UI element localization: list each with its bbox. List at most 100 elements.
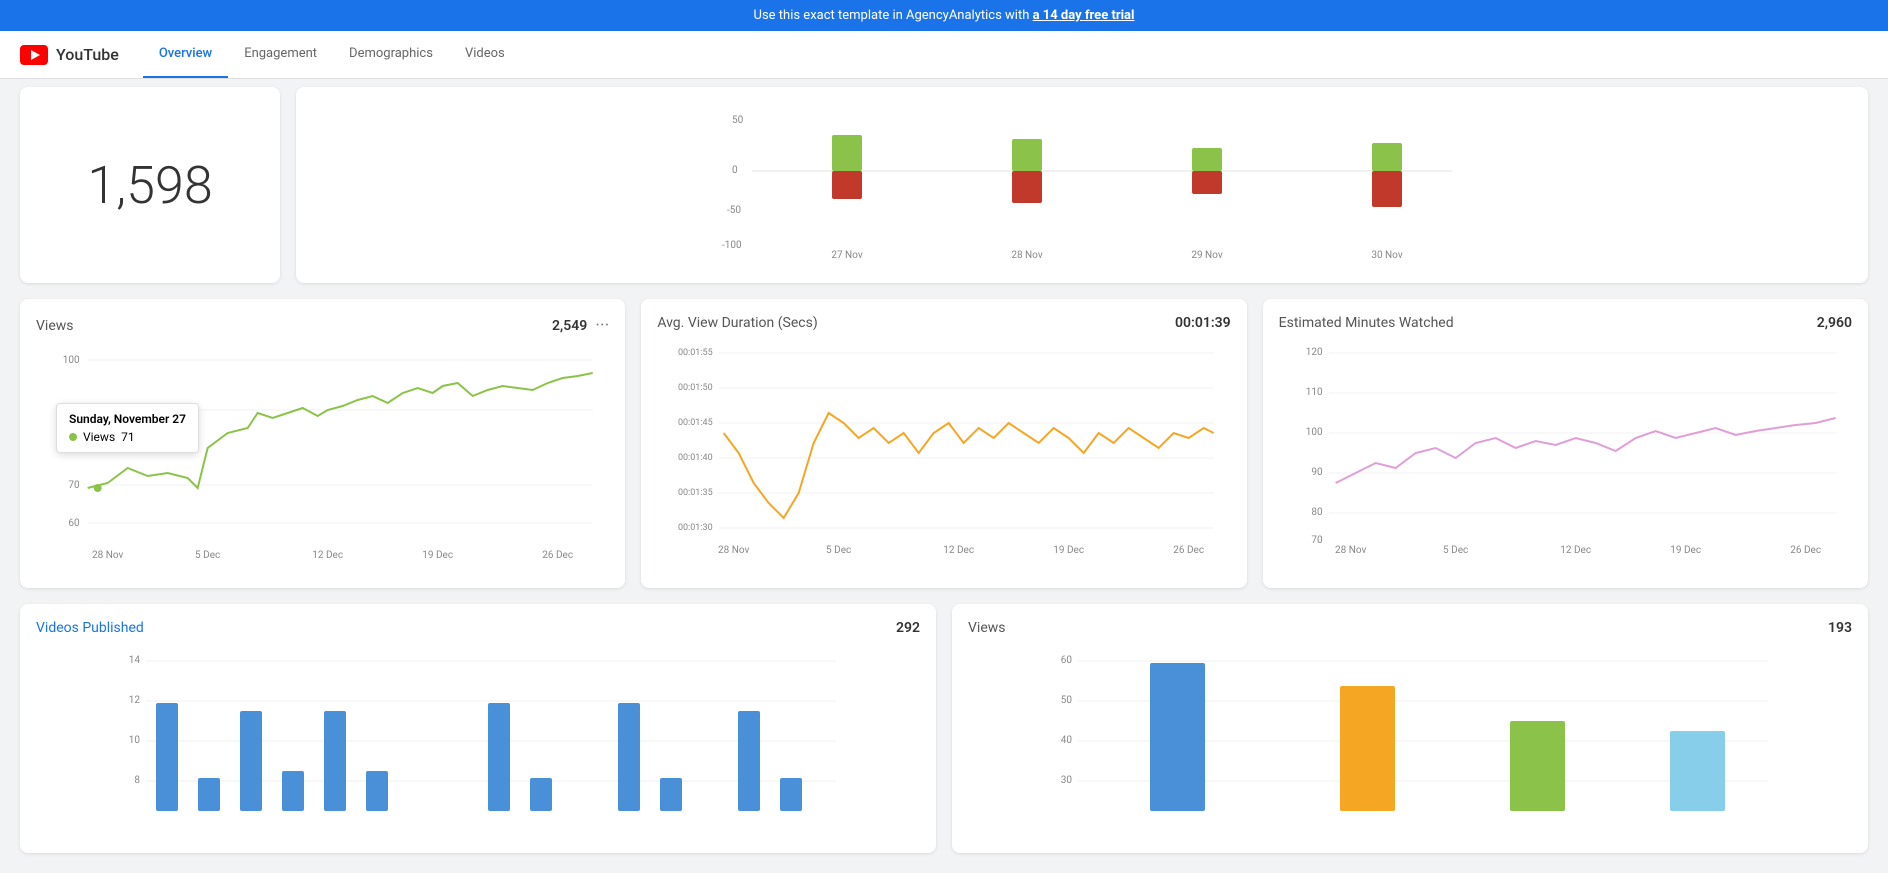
views-chart-menu[interactable]: ··· [595, 315, 609, 336]
videos-published-svg: 14 12 10 8 [36, 648, 920, 833]
views-chart-svg: 100 90 70 60 28 Nov 5 Dec [36, 348, 609, 568]
nav-tabs: Overview Engagement Demographics Videos [143, 31, 521, 78]
tab-demographics[interactable]: Demographics [333, 31, 449, 78]
svg-text:00:01:55: 00:01:55 [678, 348, 713, 358]
views-tooltip-dot [94, 484, 102, 492]
tab-videos[interactable]: Videos [449, 31, 521, 78]
svg-text:40: 40 [1061, 735, 1073, 746]
avg-view-value: 00:01:39 [1175, 315, 1231, 331]
top-partial-row: 1,598 50 0 -50 -100 27 Nov 28 Nov [20, 79, 1868, 283]
charts-row: Views 2,549 ··· Sunday, November 27 View… [20, 299, 1868, 588]
svg-text:29 Nov: 29 Nov [1191, 250, 1222, 261]
svg-text:60: 60 [1061, 655, 1073, 666]
svg-text:28 Nov: 28 Nov [92, 550, 123, 561]
svg-text:8: 8 [134, 775, 140, 786]
views-bottom-value: 193 [1828, 620, 1852, 636]
views-bottom-svg: 60 50 40 30 [968, 648, 1852, 833]
svg-text:70: 70 [1311, 535, 1323, 546]
videos-published-card: Videos Published 292 14 12 10 8 [20, 604, 936, 853]
svg-text:5 Dec: 5 Dec [826, 545, 851, 556]
views-chart-card: Views 2,549 ··· Sunday, November 27 View… [20, 299, 625, 588]
nav-logo-text: YouTube [56, 45, 119, 64]
svg-text:19 Dec: 19 Dec [1670, 545, 1701, 556]
svg-text:12 Dec: 12 Dec [944, 545, 975, 556]
top-bar-chart-card: 50 0 -50 -100 27 Nov 28 Nov 29 Nov [296, 87, 1868, 283]
tooltip-row: Views 71 [69, 430, 186, 444]
svg-text:10: 10 [129, 735, 141, 746]
views-bottom-title: Views [968, 620, 1006, 636]
avg-view-card-header: Avg. View Duration (Secs) 00:01:39 [657, 315, 1230, 331]
videos-published-value: 292 [896, 620, 920, 636]
est-minutes-value: 2,960 [1817, 315, 1852, 331]
svg-text:28 Nov: 28 Nov [1335, 545, 1366, 556]
svg-text:120: 120 [1305, 347, 1322, 358]
svg-text:27 Nov: 27 Nov [831, 250, 862, 261]
tooltip-date: Sunday, November 27 [69, 412, 186, 426]
svg-text:110: 110 [1305, 387, 1322, 398]
svg-text:50: 50 [732, 115, 744, 126]
bottom-row: Videos Published 292 14 12 10 8 [20, 604, 1868, 853]
svg-text:0: 0 [732, 165, 738, 176]
views-bottom-header: Views 193 [968, 620, 1852, 636]
tab-engagement[interactable]: Engagement [228, 31, 333, 78]
avg-view-chart-svg: 00:01:55 00:01:50 00:01:45 00:01:40 00:0… [657, 343, 1230, 563]
svg-text:5 Dec: 5 Dec [195, 550, 220, 561]
est-minutes-chart-svg: 120 110 100 90 80 70 28 Nov 5 Dec 12 Dec… [1279, 343, 1852, 563]
svg-text:12 Dec: 12 Dec [1560, 545, 1591, 556]
svg-text:26 Dec: 26 Dec [1174, 545, 1205, 556]
svg-text:00:01:40: 00:01:40 [678, 453, 713, 463]
views-tooltip: Sunday, November 27 Views 71 [56, 403, 199, 453]
est-minutes-chart-card: Estimated Minutes Watched 2,960 120 110 … [1263, 299, 1868, 588]
avg-view-title: Avg. View Duration (Secs) [657, 315, 817, 331]
svg-text:5 Dec: 5 Dec [1443, 545, 1468, 556]
nav-logo: YouTube [20, 45, 119, 65]
svg-text:50: 50 [1061, 695, 1073, 706]
views-chart-value: 2,549 [552, 318, 587, 334]
videos-published-header: Videos Published 292 [36, 620, 920, 636]
tooltip-label: Views [83, 430, 115, 444]
top-banner: Use this exact template in AgencyAnalyti… [0, 0, 1888, 31]
svg-text:-50: -50 [727, 205, 741, 216]
youtube-icon [20, 45, 48, 65]
svg-text:30 Nov: 30 Nov [1371, 250, 1402, 261]
svg-text:90: 90 [1311, 467, 1323, 478]
svg-text:00:01:50: 00:01:50 [678, 383, 713, 393]
svg-text:14: 14 [129, 655, 141, 666]
nav-bar: YouTube Overview Engagement Demographics… [0, 31, 1888, 79]
avg-view-line [724, 413, 1214, 518]
svg-text:26 Dec: 26 Dec [1790, 545, 1821, 556]
tooltip-value: 71 [121, 430, 135, 444]
trial-link[interactable]: a 14 day free trial [1033, 8, 1135, 23]
svg-text:00:01:45: 00:01:45 [678, 418, 713, 428]
svg-text:100: 100 [63, 355, 80, 366]
svg-text:00:01:30: 00:01:30 [678, 523, 713, 533]
svg-text:28 Nov: 28 Nov [1011, 250, 1042, 261]
views-bottom-card: Views 193 60 50 40 30 [952, 604, 1868, 853]
svg-text:70: 70 [68, 480, 80, 491]
svg-text:80: 80 [1311, 507, 1323, 518]
banner-text: Use this exact template in AgencyAnalyti… [754, 8, 1033, 23]
svg-text:60: 60 [68, 518, 80, 529]
svg-text:00:01:35: 00:01:35 [678, 488, 713, 498]
svg-text:100: 100 [1305, 427, 1322, 438]
avg-view-chart-card: Avg. View Duration (Secs) 00:01:39 00:01… [641, 299, 1246, 588]
top-bar-chart-svg: 50 0 -50 -100 27 Nov 28 Nov 29 Nov [312, 103, 1852, 263]
main-content: 1,598 50 0 -50 -100 27 Nov 28 Nov [0, 79, 1888, 873]
svg-text:19 Dec: 19 Dec [1054, 545, 1085, 556]
views-card-header: Views 2,549 ··· [36, 315, 609, 336]
big-number-card: 1,598 [20, 87, 280, 283]
tab-overview[interactable]: Overview [143, 31, 228, 78]
svg-text:26 Dec: 26 Dec [542, 550, 573, 561]
big-number-value: 1,598 [87, 155, 212, 216]
svg-text:-100: -100 [722, 240, 742, 251]
svg-text:19 Dec: 19 Dec [422, 550, 453, 561]
svg-text:30: 30 [1061, 775, 1073, 786]
views-chart-title: Views [36, 318, 74, 334]
est-minutes-title: Estimated Minutes Watched [1279, 315, 1454, 331]
svg-text:28 Nov: 28 Nov [718, 545, 749, 556]
svg-text:12 Dec: 12 Dec [312, 550, 343, 561]
tooltip-dot [69, 433, 77, 441]
svg-text:12: 12 [129, 695, 141, 706]
est-minutes-card-header: Estimated Minutes Watched 2,960 [1279, 315, 1852, 331]
videos-published-title: Videos Published [36, 620, 144, 636]
